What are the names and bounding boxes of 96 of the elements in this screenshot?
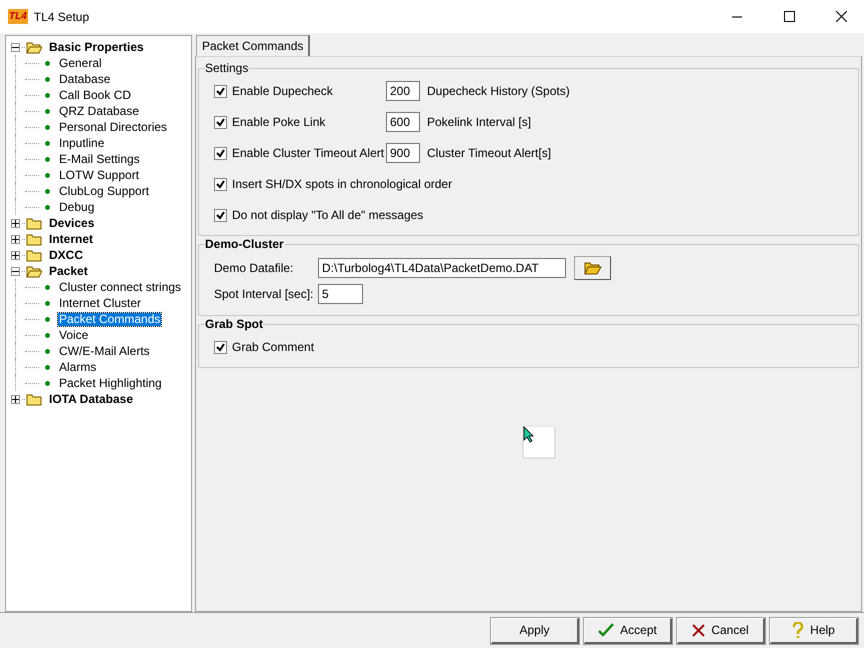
maximize-icon — [784, 11, 794, 22]
app-logo: TL4 — [8, 9, 28, 24]
tree-item[interactable]: LOTW Support — [58, 168, 140, 182]
plus-icon — [12, 252, 19, 258]
bullet-icon — [45, 364, 50, 370]
bullet-icon — [45, 92, 50, 98]
plus-icon — [12, 220, 19, 226]
browse-button[interactable] — [574, 256, 611, 280]
checkbox[interactable] — [214, 178, 227, 190]
dialog-button[interactable]: Help — [770, 618, 858, 644]
tree-item[interactable]: Database — [58, 72, 112, 86]
close-icon — [836, 11, 846, 22]
group-title: Grab Spot — [205, 317, 264, 331]
plus-icon — [12, 396, 19, 402]
option-label: Insert SH/DX spots in chronological order — [232, 177, 454, 191]
field-label: Dupecheck History (Spots) — [427, 84, 570, 98]
bullet-icon — [45, 188, 50, 194]
group-title: Settings — [205, 61, 248, 75]
bullet-icon — [45, 332, 50, 338]
number-field[interactable]: 900 — [386, 143, 420, 163]
tree-item[interactable]: General — [58, 56, 103, 70]
expand-toggle[interactable] — [11, 394, 20, 404]
bullet-icon — [45, 60, 50, 66]
bullet-icon — [45, 348, 50, 354]
folder-icon — [26, 392, 42, 406]
bullet-icon — [45, 284, 50, 290]
open-folder-icon — [26, 40, 42, 54]
bullet-icon — [45, 124, 50, 130]
bullet-icon — [45, 204, 50, 210]
open-folder-icon — [584, 261, 602, 275]
tree-item[interactable]: Call Book CD — [58, 88, 132, 102]
folder-icon — [26, 216, 42, 230]
number-field[interactable]: 600 — [386, 112, 420, 132]
folder-icon — [26, 232, 42, 246]
checkbox[interactable] — [214, 116, 227, 128]
tree-item[interactable]: Voice — [58, 328, 90, 342]
expand-toggle[interactable] — [11, 266, 20, 276]
checkmark-icon — [598, 623, 614, 637]
field-label: Pokelink Interval [s] — [427, 115, 532, 129]
open-folder-icon — [26, 264, 42, 278]
field-label: Spot Interval [sec]: — [214, 287, 314, 301]
expand-toggle[interactable] — [11, 218, 20, 228]
checkbox[interactable] — [214, 208, 227, 222]
tree-item[interactable]: DXCC — [48, 248, 84, 262]
bullet-icon — [45, 140, 50, 146]
dialog-button[interactable]: Accept — [584, 618, 672, 644]
tree-item[interactable]: Personal Directories — [58, 120, 168, 134]
checkbox[interactable] — [214, 84, 227, 98]
option-label: Do not display "To All de" messages — [232, 208, 424, 222]
bullet-icon — [45, 380, 50, 386]
expand-toggle[interactable] — [11, 250, 20, 260]
close-icon — [692, 624, 706, 636]
tree-item[interactable]: Alarms — [58, 360, 98, 374]
tree-item[interactable]: E-Mail Settings — [58, 152, 141, 166]
bullet-icon — [45, 108, 50, 114]
checkbox[interactable] — [214, 146, 227, 160]
expand-toggle[interactable] — [11, 42, 20, 52]
plus-icon — [12, 236, 19, 242]
number-field[interactable]: 5 — [318, 284, 363, 304]
file-path-field[interactable]: D:\Turbolog4\TL4Data\PacketDemo.DAT — [318, 258, 566, 278]
bullet-icon — [45, 316, 50, 322]
tree-item[interactable]: ClubLog Support — [58, 184, 150, 198]
field-label: Demo Datafile: — [214, 261, 294, 275]
number-field[interactable]: 200 — [386, 81, 420, 101]
group-title: Demo-Cluster — [205, 237, 284, 251]
bullet-icon — [45, 172, 50, 178]
option-label: Enable Poke Link — [232, 115, 326, 129]
tree-item[interactable]: CW/E-Mail Alerts — [58, 344, 151, 358]
tree-item[interactable]: Debug — [58, 200, 96, 214]
folder-icon — [26, 248, 42, 262]
option-label: Grab Comment — [232, 340, 314, 354]
tree-item[interactable]: Cluster connect strings — [58, 280, 182, 294]
checkbox[interactable] — [214, 340, 227, 354]
dialog-button[interactable]: Apply — [491, 618, 579, 644]
tree-item[interactable]: Inputline — [58, 136, 106, 150]
option-label: Enable Cluster Timeout Alert — [232, 146, 386, 160]
bullet-icon — [45, 156, 50, 162]
tree-item[interactable]: IOTA Database — [48, 392, 134, 406]
bullet-icon — [45, 300, 50, 306]
tree-item[interactable]: Basic Properties — [48, 40, 145, 54]
tree-item[interactable]: QRZ Database — [58, 104, 140, 118]
dialog-button[interactable]: Cancel — [677, 618, 765, 644]
tab[interactable]: Packet Commands — [196, 35, 310, 56]
help-icon — [792, 622, 804, 638]
tree-item[interactable]: Devices — [48, 216, 96, 230]
tree-item[interactable]: Packet Highlighting — [58, 376, 163, 390]
bullet-icon — [45, 76, 50, 82]
tree-item[interactable]: Internet — [48, 232, 94, 246]
tree-item[interactable]: Internet Cluster — [58, 296, 142, 310]
pointer-cursor-icon — [522, 426, 556, 459]
option-label: Enable Dupecheck — [232, 84, 334, 98]
field-label: Cluster Timeout Alert[s] — [427, 146, 552, 160]
tree-item[interactable]: Packet Commands — [58, 312, 162, 326]
expand-toggle[interactable] — [11, 234, 20, 244]
tree-item[interactable]: Packet — [48, 264, 89, 278]
window-title: TL4 Setup — [34, 10, 90, 24]
